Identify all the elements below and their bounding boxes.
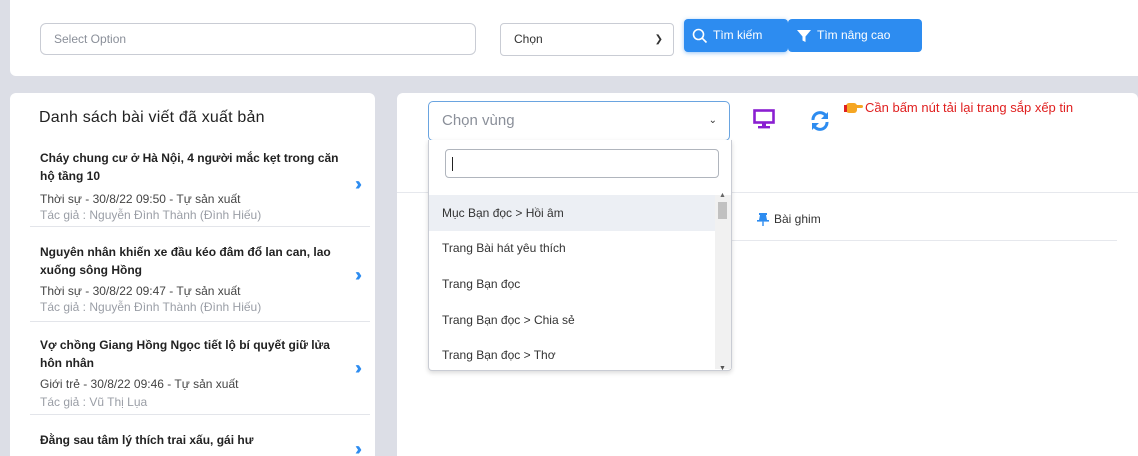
divider (30, 321, 370, 322)
scroll-down-icon[interactable]: ▼ (719, 365, 726, 372)
article-meta: Thời sự - 30/8/22 09:50 - Tự sản xuất (40, 192, 241, 206)
search-button-label: Tìm kiếm (713, 28, 763, 42)
dropdown-option[interactable]: Trang Bài hát yêu thích (429, 230, 715, 266)
filter-bar: Select Option Chọn ❯ Tìm kiếm Tìm nâng c… (10, 0, 1138, 76)
article-title[interactable]: Nguyên nhân khiến xe đầu kéo đâm đổ lan … (40, 243, 340, 279)
refresh-icon[interactable] (809, 110, 831, 132)
article-title[interactable]: Cháy chung cư ở Hà Nội, 4 người mắc kẹt … (40, 149, 340, 185)
article-title[interactable]: Vợ chồng Giang Hồng Ngọc tiết lộ bí quyế… (40, 336, 340, 372)
text-cursor (452, 157, 453, 171)
category-select-value: Chọn (514, 32, 543, 46)
dropdown-option[interactable]: Mục Bạn đọc > Hồi âm (429, 195, 715, 231)
region-select[interactable]: Chọn vùng ⌄ (428, 101, 730, 141)
category-select[interactable]: Chọn ❯ (500, 23, 674, 56)
reload-note-text: Cần bấm nút tải lại trang sắp xếp tin (865, 100, 1074, 115)
option-select-input[interactable]: Select Option (40, 23, 476, 55)
article-author: Tác giả : Nguyễn Đình Thành (Đình Hiếu) (40, 300, 262, 314)
region-dropdown: Mục Bạn đọc > Hồi âm Trang Bài hát yêu t… (428, 140, 732, 373)
article-meta: Thời sự - 30/8/22 09:47 - Tự sản xuất (40, 284, 241, 298)
article-author: Tác giả : Vũ Thị Lụa (40, 395, 148, 409)
divider (30, 226, 370, 227)
dropdown-option[interactable]: Trang Bạn đọc > Thơ (429, 337, 715, 373)
search-button[interactable]: Tìm kiếm (684, 19, 788, 52)
advanced-search-label: Tìm nâng cao (817, 28, 891, 42)
double-chevron-right-icon[interactable]: ›› (355, 174, 362, 195)
pin-icon (757, 212, 769, 226)
double-chevron-right-icon[interactable]: ›› (355, 265, 362, 286)
scrollbar-thumb[interactable] (718, 202, 727, 219)
pointing-hand-icon (844, 101, 864, 120)
pinned-label: Bài ghim (774, 212, 821, 226)
filter-icon (797, 29, 811, 42)
scrollbar[interactable]: ▲ ▼ (715, 192, 731, 372)
tab-pinned-posts[interactable]: Bài ghim (757, 212, 821, 226)
published-articles-panel: Danh sách bài viết đã xuất bản Cháy chun… (10, 93, 375, 456)
double-chevron-right-icon[interactable]: ›› (355, 358, 362, 379)
region-select-placeholder: Chọn vùng (442, 112, 515, 129)
dropdown-search-input[interactable] (445, 149, 719, 178)
dropdown-option[interactable]: Trang Bạn đọc > Chia sẻ (429, 302, 715, 338)
article-title[interactable]: Đằng sau tâm lý thích trai xấu, gái hư (40, 431, 340, 449)
article-meta: Giới trẻ - 30/8/22 09:46 - Tự sản xuất (40, 377, 239, 391)
panel-title: Danh sách bài viết đã xuất bản (39, 109, 265, 126)
divider (732, 240, 1117, 241)
chevron-down-icon: ❯ (654, 34, 663, 45)
dropdown-option[interactable]: Trang Bạn đọc (429, 266, 715, 302)
chevron-down-icon: ⌄ (708, 115, 717, 126)
scroll-up-icon[interactable]: ▲ (719, 192, 726, 199)
monitor-icon[interactable] (753, 109, 775, 129)
double-chevron-right-icon[interactable]: ›› (355, 439, 362, 456)
divider (30, 414, 370, 415)
article-author: Tác giả : Nguyễn Đình Thành (Đình Hiếu) (40, 208, 262, 222)
advanced-search-button[interactable]: Tìm nâng cao (788, 19, 922, 52)
search-icon (692, 28, 708, 43)
